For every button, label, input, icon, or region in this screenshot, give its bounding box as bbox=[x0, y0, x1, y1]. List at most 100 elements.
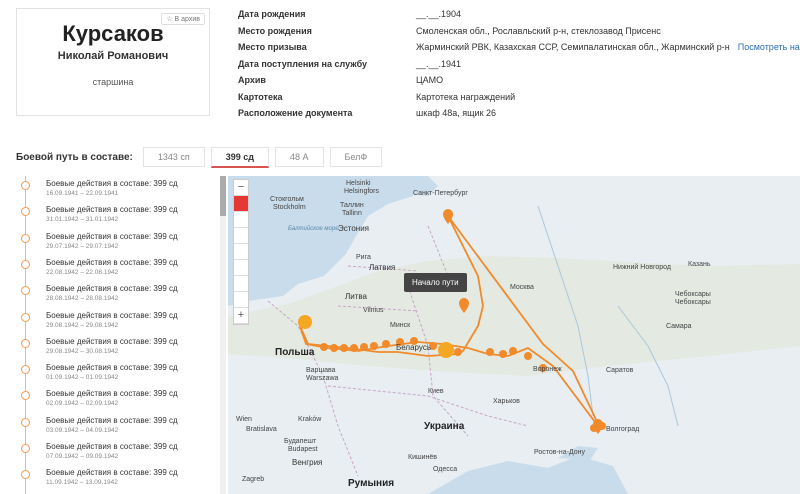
zoom-step[interactable] bbox=[234, 292, 248, 308]
list-item[interactable]: Боевые действия в составе: 399 сд 02.09.1… bbox=[16, 388, 216, 414]
info-value: ЦАМО bbox=[416, 75, 444, 85]
info-row-birthplace: Место рождения Смоленская обл., Рославль… bbox=[238, 26, 798, 43]
map-pin-icon bbox=[340, 344, 348, 352]
map-label: Helsinki bbox=[346, 180, 371, 187]
map-label: Одесса bbox=[433, 466, 458, 473]
event-title: Боевые действия в составе: 399 сд bbox=[46, 310, 178, 320]
event-title: Боевые действия в составе: 399 сд bbox=[46, 257, 178, 267]
map-pin-icon bbox=[499, 350, 507, 358]
tab-48-a[interactable]: 48 А bbox=[275, 147, 324, 167]
event-title: Боевые действия в составе: 399 сд bbox=[46, 468, 178, 478]
info-value: __.__.1904 bbox=[416, 9, 462, 19]
zoom-control: − + bbox=[233, 179, 249, 325]
event-dates: 03.09.1942 – 04.09.1942 bbox=[46, 426, 119, 434]
info-row-service-date: Дата поступления на службу __.__.1941 bbox=[238, 59, 798, 76]
map-label: Wien bbox=[236, 416, 252, 423]
black-sea-shape bbox=[428, 456, 628, 494]
zoom-step[interactable] bbox=[234, 260, 248, 276]
zoom-in-button[interactable]: + bbox=[234, 308, 248, 324]
map-label: Рига bbox=[356, 254, 371, 261]
event-dates: 07.09.1942 – 09.09.1942 bbox=[46, 453, 119, 460]
map-label: Балтийское море bbox=[288, 226, 339, 232]
info-label: Дата поступления на службу bbox=[238, 58, 368, 69]
battle-path-title: Боевой путь в составе: bbox=[16, 151, 133, 163]
archive-button[interactable]: ☆ В архив bbox=[161, 13, 205, 25]
map-pin-icon bbox=[598, 422, 606, 430]
list-item[interactable]: Боевые действия в составе: 399 сд 07.09.1… bbox=[16, 441, 216, 467]
event-title: Боевые действия в составе: 399 сд bbox=[46, 336, 178, 346]
info-value: Смоленская обл., Рославльский р-н, стекл… bbox=[416, 25, 661, 36]
map-label: Чебоксары bbox=[675, 299, 711, 306]
list-item[interactable]: Боевые действия в составе: 399 сд 01.09.1… bbox=[16, 362, 216, 388]
tab-belf[interactable]: БелФ bbox=[329, 147, 383, 167]
map-pin-icon bbox=[330, 344, 338, 352]
list-item[interactable]: Боевые действия в составе: 399 сд 29.07.1… bbox=[16, 231, 216, 257]
map-pin-icon bbox=[320, 343, 328, 351]
info-table: Дата рождения __.__.1904 Место рождения … bbox=[238, 9, 800, 125]
map-label: Чебоксары bbox=[675, 291, 711, 298]
battle-map[interactable]: − + Начало пути Helsinki Helsingfors Сан… bbox=[228, 176, 800, 494]
map-label: Будапешт bbox=[284, 438, 317, 445]
map-label: Беларусь bbox=[396, 343, 431, 352]
zoom-out-button[interactable]: − bbox=[234, 180, 248, 196]
map-pin-icon bbox=[350, 344, 358, 352]
event-title: Боевые действия в составе: 399 сд bbox=[46, 179, 178, 188]
map-pin-icon bbox=[360, 343, 368, 351]
event-dates: 02.09.1942 – 02.09.1942 bbox=[46, 400, 119, 408]
zoom-level-indicator[interactable] bbox=[234, 196, 248, 212]
map-label: Литва bbox=[345, 292, 367, 301]
map-label: Ростов-на-Дону bbox=[534, 449, 585, 456]
event-dates: 01.09.1942 – 01.09.1942 bbox=[46, 374, 119, 382]
event-title: Боевые действия в составе: 399 сд bbox=[46, 284, 178, 294]
timeline-dot-icon bbox=[21, 470, 30, 480]
event-dates: 31.01.1942 – 31.01.1942 bbox=[46, 216, 119, 224]
map-label: Воронеж bbox=[533, 366, 562, 373]
map-label: Vilnius bbox=[363, 307, 384, 314]
info-row-archive: Архив ЦАМО bbox=[238, 75, 798, 92]
info-row-location: Расположение документа шкаф 48а, ящик 26 bbox=[238, 108, 798, 125]
map-label: Санкт-Петербург bbox=[413, 190, 468, 197]
info-row-conscription: Место призыва Жарминский РВК, Казахская … bbox=[238, 42, 800, 59]
view-on-map-link[interactable]: Посмотреть на карте bbox=[738, 42, 800, 52]
zoom-step[interactable] bbox=[234, 244, 248, 260]
list-item[interactable]: Боевые действия в составе: 399 сд 28.08.1… bbox=[16, 283, 216, 309]
tab-1343-sp[interactable]: 1343 сп bbox=[142, 147, 205, 167]
map-label: Эстония bbox=[338, 224, 369, 233]
map-label: Helsingfors bbox=[344, 188, 380, 195]
scrollbar-thumb[interactable] bbox=[220, 176, 226, 216]
info-value: __.__.1941 bbox=[416, 58, 462, 69]
info-label: Архив bbox=[238, 75, 266, 85]
timeline-dot-icon bbox=[21, 365, 30, 375]
timeline-scrollbar[interactable] bbox=[220, 176, 226, 494]
event-dates: 28.08.1942 – 28.08.1942 bbox=[46, 295, 119, 303]
list-item[interactable]: Боевые действия в составе: 399 сд 16.09.1… bbox=[16, 178, 216, 204]
event-dates: 11.09.1942 – 13.09.1942 bbox=[46, 479, 118, 487]
info-value: Жарминский РВК, Казахская ССР, Семипалат… bbox=[416, 42, 800, 52]
map-pin-icon bbox=[509, 347, 517, 355]
list-item[interactable]: Боевые действия в составе: 399 сд 29.08.1… bbox=[16, 336, 216, 362]
map-label: Bratislava bbox=[246, 426, 277, 433]
zoom-step[interactable] bbox=[234, 276, 248, 292]
list-item[interactable]: Боевые действия в составе: 399 сд 22.08.1… bbox=[16, 257, 216, 283]
info-row-card-index: Картотека Картотека награждений bbox=[238, 92, 798, 109]
map-label: Казань bbox=[688, 261, 711, 268]
map-pin-icon bbox=[382, 340, 390, 348]
conscription-place: Жарминский РВК, Казахская ССР, Семипалат… bbox=[416, 42, 730, 52]
rank: старшина bbox=[92, 77, 134, 87]
map-label: Киев bbox=[428, 388, 444, 395]
map-label: Нижний Новгород bbox=[613, 264, 671, 271]
map-label: Кишинёв bbox=[408, 454, 437, 461]
zoom-step[interactable] bbox=[234, 228, 248, 244]
map-label: Стокгольм bbox=[270, 196, 304, 203]
map-label: Саратов bbox=[606, 367, 634, 374]
list-item[interactable]: Боевые действия в составе: 399 сд 11.09.1… bbox=[16, 467, 216, 493]
zoom-step[interactable] bbox=[234, 212, 248, 228]
timeline-dot-icon bbox=[21, 233, 30, 243]
map-label: Волгоград bbox=[606, 426, 640, 433]
timeline-dot-icon bbox=[21, 259, 30, 269]
map-label: Kraków bbox=[298, 416, 322, 423]
list-item[interactable]: Боевые действия в составе: 399 сд 31.01.1… bbox=[16, 204, 216, 230]
list-item[interactable]: Боевые действия в составе: 399 сд 03.09.1… bbox=[16, 415, 216, 441]
tab-399-sd[interactable]: 399 сд bbox=[210, 146, 270, 168]
list-item[interactable]: Боевые действия в составе: 399 сд 29.08.1… bbox=[16, 310, 216, 336]
